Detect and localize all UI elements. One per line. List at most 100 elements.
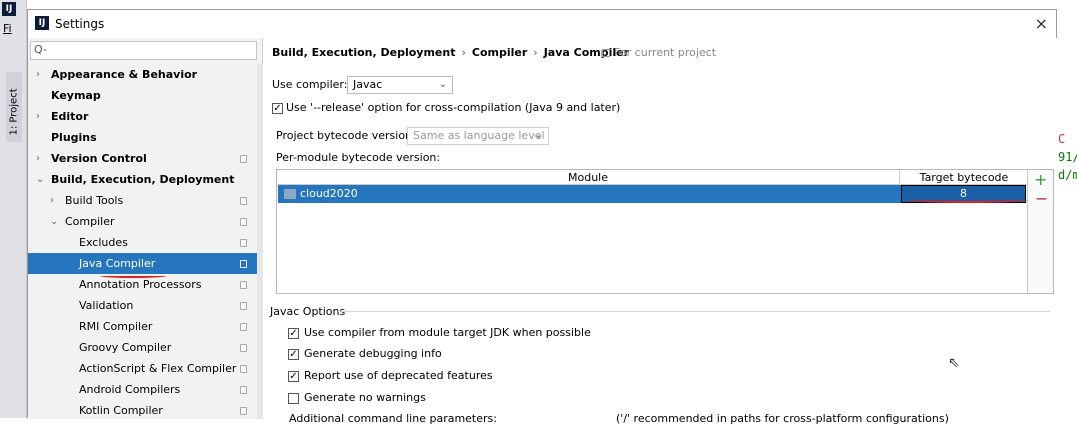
sidebar-item-label: Groovy Compiler: [79, 341, 172, 354]
project-scope-icon: [240, 218, 247, 226]
sidebar-item-label: Editor: [51, 110, 89, 123]
sidebar-item-build-execution-deployment[interactable]: ⌄ Build, Execution, Deployment: [28, 169, 262, 190]
sidebar-item-appearance-behavior[interactable]: › Appearance & Behavior: [28, 64, 262, 85]
additional-params-hint: ('/' recommended in paths for cross-plat…: [616, 412, 949, 425]
sidebar-item-actionscript-flex-compiler[interactable]: ActionScript & Flex Compiler: [28, 358, 262, 379]
sidebar-item-label: Validation: [79, 299, 134, 312]
breadcrumb-separator: ›: [461, 46, 466, 59]
sidebar-item-label: Appearance & Behavior: [51, 68, 198, 81]
sidebar-item-editor[interactable]: › Editor: [28, 106, 262, 127]
module-folder-icon: [284, 189, 296, 199]
code-fragment: 91/: [1058, 150, 1077, 164]
scope-note-text: For current project: [614, 46, 717, 59]
sidebar-item-android-compilers[interactable]: Android Compilers: [28, 379, 262, 400]
sidebar-item-rmi-compiler[interactable]: RMI Compiler: [28, 316, 262, 337]
project-scope-icon: [240, 344, 247, 352]
sidebar-item-build-tools[interactable]: › Build Tools: [28, 190, 262, 211]
project-scope-icon: [240, 323, 247, 331]
sidebar-item-compiler[interactable]: ⌄ Compiler: [28, 211, 262, 232]
sidebar-item-label: Version Control: [51, 152, 147, 165]
intellij-logo-icon: IJ: [2, 2, 16, 16]
project-bytecode-label: Project bytecode version:: [276, 129, 416, 142]
sidebar-item-label: Keymap: [51, 89, 101, 102]
ide-menu-file[interactable]: Fi: [3, 22, 12, 35]
deprecated-features-checkbox[interactable]: ✓: [288, 371, 299, 382]
use-module-jdk-checkbox[interactable]: ✓: [288, 328, 299, 339]
sidebar-item-java-compiler[interactable]: Java Compiler: [28, 253, 262, 274]
additional-params-label: Additional command line parameters:: [289, 412, 497, 425]
project-scope-icon: [240, 260, 247, 268]
project-scope-icon: [240, 302, 247, 310]
project-scope-icon: [240, 197, 247, 205]
sidebar-scrollbar[interactable]: [257, 64, 263, 419]
deprecated-features-label: Report use of deprecated features: [304, 369, 493, 382]
use-module-jdk-label: Use compiler from module target JDK when…: [304, 326, 591, 339]
table-toolbar: + −: [1027, 170, 1053, 293]
module-name-cell: cloud2020: [300, 187, 358, 200]
dialog-title: Settings: [55, 17, 105, 31]
ide-right-strip: [1057, 0, 1077, 418]
sidebar-item-version-control[interactable]: › Version Control: [28, 148, 262, 169]
settings-search[interactable]: Q-: [30, 41, 257, 60]
use-compiler-value: Javac: [353, 78, 383, 91]
sidebar-item-validation[interactable]: Validation: [28, 295, 262, 316]
intellij-logo-icon: IJ: [35, 16, 49, 30]
use-compiler-select[interactable]: Javac ⌄: [347, 76, 453, 94]
sidebar-item-plugins[interactable]: Plugins: [28, 127, 262, 148]
project-tool-window-tab[interactable]: 1: Project: [6, 72, 22, 142]
no-warnings-checkbox[interactable]: [288, 393, 299, 404]
settings-content: Build, Execution, Deployment › Compiler › Ja…: [264, 38, 1058, 425]
use-compiler-label: Use compiler:: [272, 78, 348, 91]
chevron-right-icon: ›: [50, 195, 54, 206]
table-header: Module Target bytecode version: [277, 170, 1027, 199]
breadcrumb-separator: ›: [533, 46, 538, 59]
project-scope-icon: [602, 49, 610, 57]
annotation-underline: [906, 197, 1028, 203]
sidebar-item-label: Android Compilers: [79, 383, 181, 396]
sidebar-item-label: Build, Execution, Deployment: [51, 173, 235, 186]
chevron-down-icon: ⌄: [36, 174, 45, 185]
sidebar-item-label: Build Tools: [65, 194, 124, 207]
project-bytecode-select[interactable]: Same as language level ⌄: [407, 127, 549, 145]
project-scope-icon: [240, 155, 247, 163]
per-module-label: Per-module bytecode version:: [276, 151, 441, 164]
release-option-checkbox[interactable]: ✓: [272, 103, 283, 114]
sidebar-item-excludes[interactable]: Excludes: [28, 232, 262, 253]
ide-left-strip: IJ Fi 1: Project: [0, 0, 27, 418]
search-input[interactable]: [49, 43, 249, 58]
sidebar-item-keymap[interactable]: Keymap: [28, 85, 262, 106]
sidebar-item-groovy-compiler[interactable]: Groovy Compiler: [28, 337, 262, 358]
annotation-underline: [100, 274, 166, 278]
add-button[interactable]: +: [1034, 170, 1047, 189]
section-divider: [338, 311, 1050, 312]
close-button[interactable]: ×: [1035, 14, 1048, 33]
breadcrumb: Build, Execution, Deployment › Compiler › Ja…: [272, 46, 629, 59]
remove-button[interactable]: −: [1035, 189, 1048, 208]
project-scope-icon: [240, 239, 247, 247]
breadcrumb-item: Compiler: [471, 46, 528, 59]
debugging-info-checkbox[interactable]: ✓: [288, 349, 299, 360]
sidebar-item-label: Plugins: [51, 131, 97, 144]
no-warnings-label: Generate no warnings: [304, 391, 426, 404]
release-option-label: Use '--release' option for cross-compila…: [286, 101, 621, 114]
sidebar-item-label: Compiler: [65, 215, 115, 228]
search-icon: Q-: [34, 43, 47, 56]
chevron-right-icon: ›: [36, 111, 40, 122]
settings-dialog: IJ Settings × Q- › Appearance & Behavior…: [27, 9, 1058, 425]
chevron-right-icon: ›: [36, 153, 40, 164]
chevron-down-icon: ⌄: [534, 130, 543, 141]
chevron-right-icon: ›: [36, 69, 40, 80]
column-header-target-bytecode[interactable]: Target bytecode version: [901, 170, 1027, 199]
code-fragment: C: [1058, 132, 1066, 146]
project-bytecode-value: Same as language level: [413, 129, 545, 142]
project-scope-icon: [240, 365, 247, 373]
dialog-titlebar: IJ Settings ×: [28, 10, 1056, 38]
sidebar-item-label: ActionScript & Flex Compiler: [79, 362, 237, 375]
sidebar-item-label: Java Compiler: [79, 257, 156, 270]
column-header-module[interactable]: Module: [277, 170, 900, 185]
debugging-info-label: Generate debugging info: [304, 347, 442, 360]
module-bytecode-table: Module Target bytecode version cloud2020…: [276, 169, 1054, 294]
chevron-down-icon: ⌄: [438, 79, 447, 90]
javac-options-title: Javac Options: [270, 305, 346, 318]
code-fragment: d/m: [1058, 168, 1077, 182]
